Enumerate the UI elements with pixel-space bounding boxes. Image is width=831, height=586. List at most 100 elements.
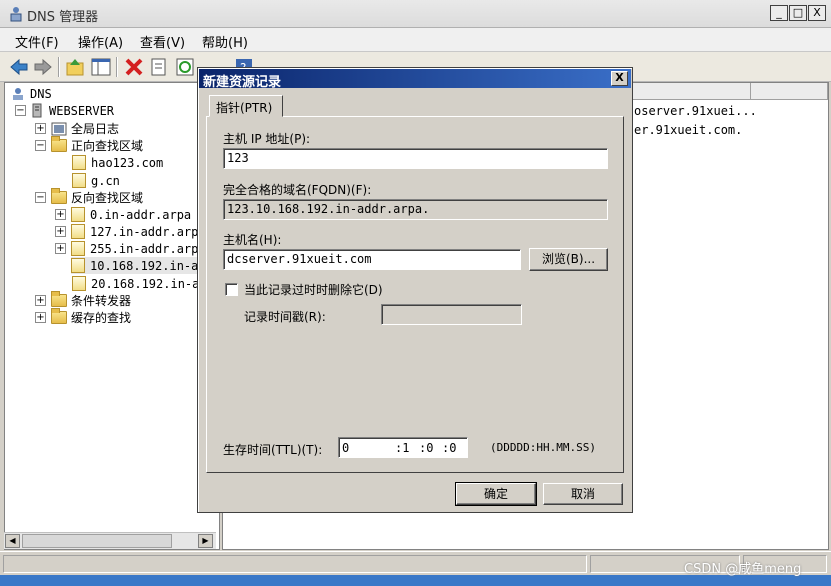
tree-item-zone[interactable]: g.cn xyxy=(72,172,120,189)
menu-bar: 文件(F) 操作(A) 查看(V) 帮助(H) xyxy=(0,28,831,52)
expand-icon[interactable]: + xyxy=(55,209,66,220)
zone-icon xyxy=(71,207,85,222)
tree-label: 正向查找区域 xyxy=(71,139,144,153)
expand-icon[interactable]: + xyxy=(35,295,46,306)
back-icon[interactable] xyxy=(8,56,30,78)
refresh-icon[interactable] xyxy=(174,56,196,78)
tree-horizontal-scrollbar[interactable]: ◀ ▶ xyxy=(4,532,216,549)
timestamp-label: 记录时间戳(R): xyxy=(244,310,326,324)
column-header[interactable] xyxy=(751,83,828,100)
folder-icon xyxy=(51,188,67,204)
tree-item-global-logs[interactable]: + 全局日志 xyxy=(35,120,119,137)
column-header[interactable] xyxy=(633,83,751,100)
timestamp-field xyxy=(381,304,522,325)
zone-icon xyxy=(72,173,86,188)
tab-label: 指针(PTR) xyxy=(216,101,273,115)
tree-label: 反向查找区域 xyxy=(71,191,144,205)
new-resource-record-dialog: 新建资源记录 X 指针(PTR) 主机 IP 地址(P): 123 完全合格的域… xyxy=(197,67,633,513)
up-icon[interactable] xyxy=(64,56,86,78)
zone-icon xyxy=(71,224,85,239)
browse-button[interactable]: 浏览(B)... xyxy=(529,248,608,271)
ttl-seconds: :0 xyxy=(442,441,457,455)
toolbar-separator xyxy=(116,57,118,77)
fqdn-field: 123.10.168.192.in-addr.arpa. xyxy=(223,199,608,220)
tree-item-zone[interactable]: + 255.in-addr.arpa xyxy=(55,240,206,257)
zone-icon xyxy=(71,258,85,273)
expand-icon[interactable]: + xyxy=(55,226,66,237)
dns-manager-icon xyxy=(10,7,22,22)
menu-action[interactable]: 操作(A) xyxy=(78,32,123,51)
hostname-label: 主机名(H): xyxy=(223,233,282,247)
tree-label: 0.in-addr.arpa xyxy=(90,207,192,222)
tree-item-dns[interactable]: DNS xyxy=(11,85,52,102)
window-title-bar: DNS 管理器 _ □ X xyxy=(0,0,831,28)
tab-ptr[interactable]: 指针(PTR) xyxy=(209,95,283,117)
maximize-button[interactable]: □ xyxy=(789,5,807,21)
expand-icon[interactable]: + xyxy=(55,243,66,254)
collapse-icon[interactable]: − xyxy=(15,105,26,116)
ok-button[interactable]: 确定 xyxy=(455,482,537,506)
dialog-title-bar: 新建资源记录 X xyxy=(199,69,631,90)
scroll-left-icon[interactable]: ◀ xyxy=(5,534,20,548)
folder-icon xyxy=(51,291,67,307)
forward-icon[interactable] xyxy=(32,56,54,78)
menu-file[interactable]: 文件(F) xyxy=(15,32,59,51)
folder-icon xyxy=(51,136,67,152)
toolbar-separator xyxy=(58,57,60,77)
tree-item-zone[interactable]: + 127.in-addr.arpa xyxy=(55,223,206,240)
ttl-format-hint: (DDDDD:HH.MM.SS) xyxy=(490,441,596,454)
tree-item-saved-queries[interactable]: + 缓存的查找 xyxy=(35,308,132,326)
list-row[interactable]: oserver.91xuei... xyxy=(634,104,757,118)
log-icon xyxy=(51,122,67,135)
dialog-close-button[interactable]: X xyxy=(611,71,628,86)
collapse-icon[interactable]: − xyxy=(35,192,46,203)
delete-stale-label: 当此记录过时时删除它(D) xyxy=(244,283,383,297)
dns-icon xyxy=(13,87,23,100)
host-ip-label: 主机 IP 地址(P): xyxy=(223,132,311,146)
tree-label: 缓存的查找 xyxy=(71,311,132,325)
menu-view[interactable]: 查看(V) xyxy=(140,32,185,51)
scroll-thumb[interactable] xyxy=(22,534,172,548)
folder-icon xyxy=(51,308,67,324)
menu-help[interactable]: 帮助(H) xyxy=(202,32,248,51)
expand-icon[interactable]: + xyxy=(35,123,46,134)
properties-icon[interactable] xyxy=(148,56,170,78)
status-panel xyxy=(3,555,587,573)
tab-panel: 主机 IP 地址(P): 123 完全合格的域名(FQDN)(F): 123.1… xyxy=(206,116,624,473)
collapse-icon[interactable]: − xyxy=(35,140,46,151)
cancel-button[interactable]: 取消 xyxy=(543,483,623,505)
console-tree: DNS − WEBSERVER + 全局日志 − 正向查找区域 hao123.c… xyxy=(4,82,220,550)
ttl-input[interactable]: 0 :1 :0 :0 xyxy=(338,437,468,458)
close-button[interactable]: X xyxy=(808,5,826,21)
tree-label: 条件转发器 xyxy=(71,294,132,308)
tree-item-forward-zones[interactable]: − 正向查找区域 xyxy=(35,136,144,154)
dialog-title: 新建资源记录 xyxy=(203,75,282,90)
ttl-days: 0 xyxy=(342,441,350,455)
scroll-right-icon[interactable]: ▶ xyxy=(198,534,213,548)
tree-label: 255.in-addr.arpa xyxy=(90,241,206,256)
list-row[interactable]: er.91xueit.com. xyxy=(634,123,742,137)
tree-item-conditional-forwarders[interactable]: + 条件转发器 xyxy=(35,291,132,309)
tree-label: g.cn xyxy=(91,173,120,188)
minimize-button[interactable]: _ xyxy=(770,5,788,21)
expand-icon[interactable]: + xyxy=(35,312,46,323)
tree-label: DNS xyxy=(30,86,52,101)
zone-icon xyxy=(72,276,86,291)
delete-icon[interactable] xyxy=(123,56,145,78)
watermark: CSDN @咸鱼meng xyxy=(684,562,802,577)
tree-item-reverse-zones[interactable]: − 反向查找区域 xyxy=(35,188,144,206)
ttl-label: 生存时间(TTL)(T): xyxy=(223,443,323,457)
hostname-input[interactable]: dcserver.91xueit.com xyxy=(223,249,521,270)
host-ip-input[interactable]: 123 xyxy=(223,148,608,169)
tree-item-zone[interactable]: hao123.com xyxy=(72,154,163,171)
ttl-minutes: :0 xyxy=(419,441,434,455)
tree-label: 全局日志 xyxy=(71,122,120,136)
tree-label: hao123.com xyxy=(91,155,164,170)
tree-item-zone[interactable]: + 0.in-addr.arpa xyxy=(55,206,191,223)
zone-icon xyxy=(72,155,86,170)
fqdn-label: 完全合格的域名(FQDN)(F): xyxy=(223,183,372,197)
tree-label: WEBSERVER xyxy=(49,103,115,118)
show-hide-tree-icon[interactable] xyxy=(90,56,112,78)
delete-stale-checkbox[interactable] xyxy=(225,283,238,296)
tree-item-server[interactable]: − WEBSERVER xyxy=(15,102,114,119)
